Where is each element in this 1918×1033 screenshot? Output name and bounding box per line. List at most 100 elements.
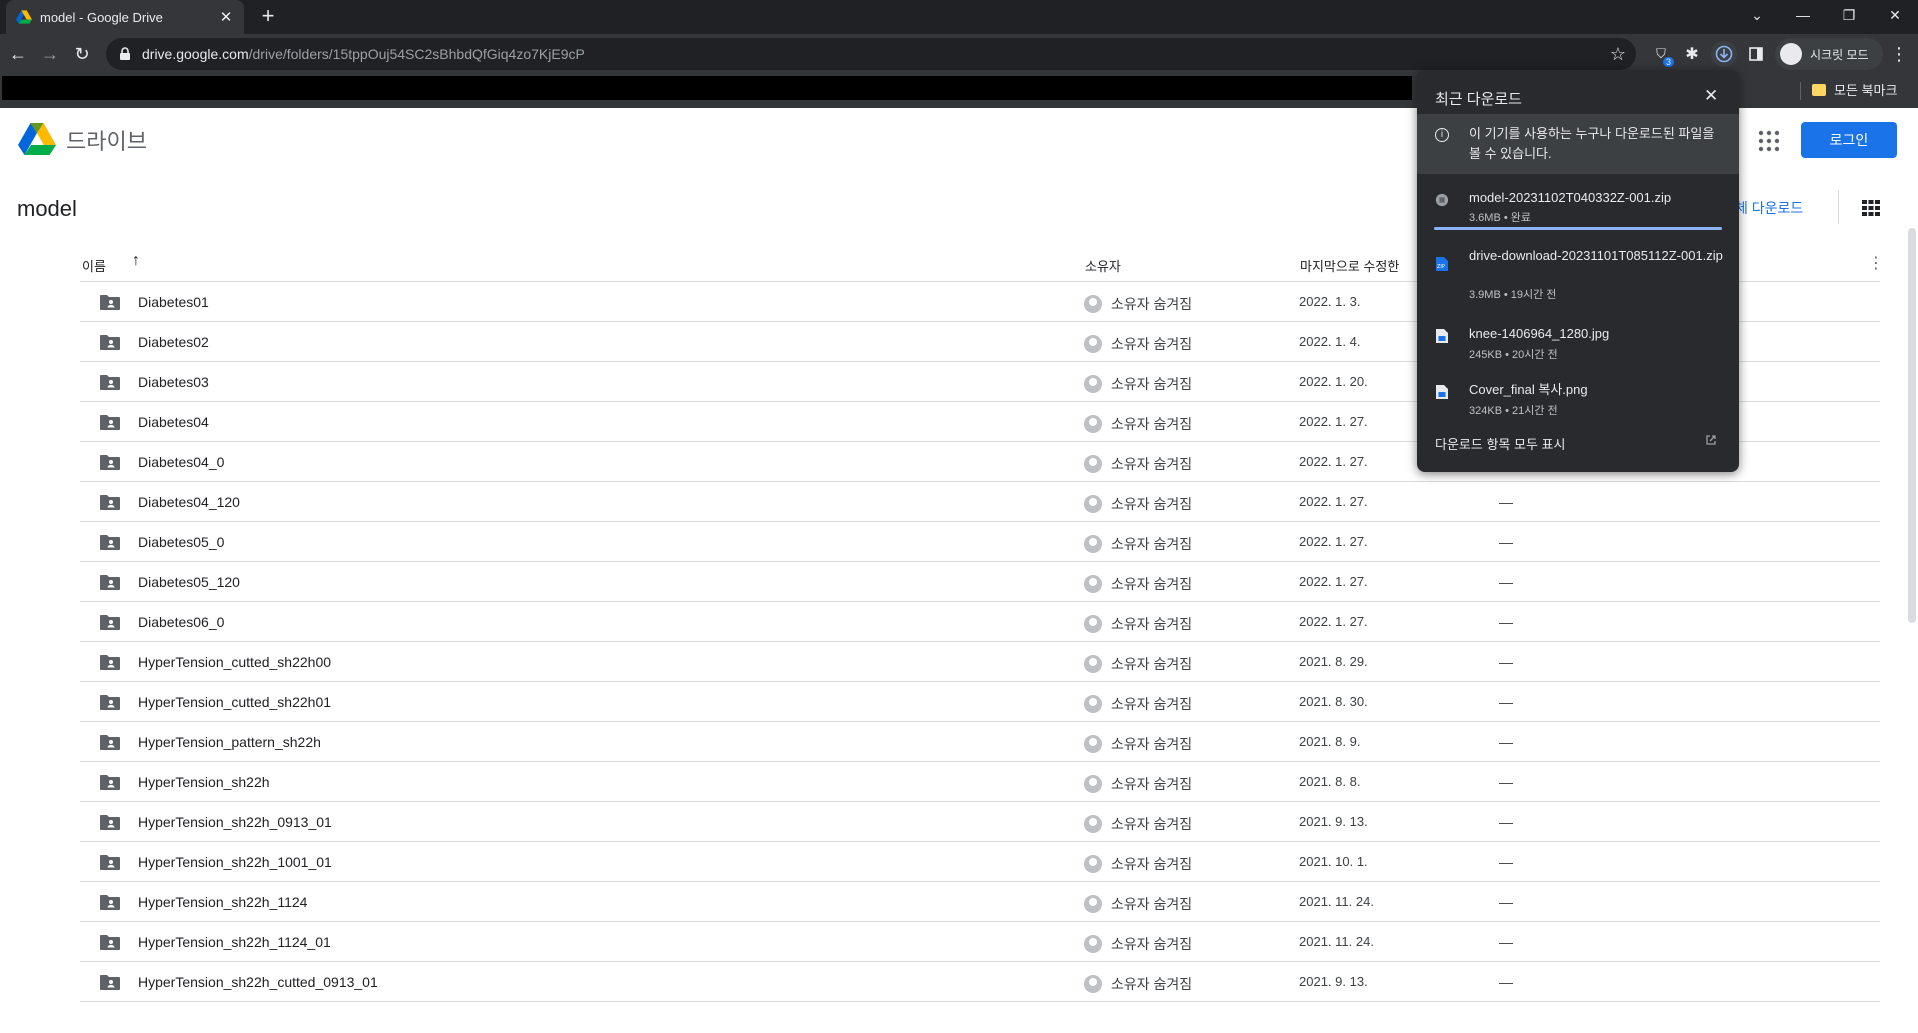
google-drive-logo-icon[interactable] [18,122,56,156]
table-row[interactable]: HyperTension_cutted_sh22h01 소유자 숨겨짐 2021… [80,682,1880,722]
owner-cell: 소유자 숨겨짐 [1084,374,1192,394]
shared-folder-icon [100,655,120,670]
reload-icon[interactable]: ↻ [68,40,96,68]
downloads-icon[interactable] [1711,41,1737,67]
forward-arrow-icon[interactable]: → [36,40,64,68]
minimize-button[interactable]: — [1780,0,1826,30]
owner-avatar-icon [1084,855,1102,873]
owner-avatar-icon [1084,735,1102,753]
login-button[interactable]: 로그인 [1801,122,1897,158]
modified-date: 2021. 9. 13. [1299,814,1368,829]
modified-date: 2022. 1. 27. [1299,614,1368,629]
file-name: Diabetes02 [138,334,209,350]
modified-date: 2022. 1. 27. [1299,574,1368,589]
incognito-indicator[interactable]: 시크릿 모드 [1775,38,1883,70]
table-row[interactable]: Diabetes05_120 소유자 숨겨짐 2022. 1. 27. — [80,562,1880,602]
table-row[interactable]: HyperTension_cutted_sh22h00 소유자 숨겨짐 2021… [80,642,1880,682]
extension-badge-count: 3 [1662,57,1674,67]
owner-name: 소유자 숨겨짐 [1111,416,1193,432]
download-file-meta: 245KB • 20시간 전 [1469,349,1558,361]
bookmarks-separator [1800,82,1801,100]
download-all-button[interactable]: 체 다운로드 [1735,198,1803,218]
extensions-puzzle-icon[interactable]: ✱ [1679,41,1705,67]
owner-cell: 소유자 숨겨짐 [1084,454,1192,474]
table-row[interactable]: HyperTension_sh22h_0913_01 소유자 숨겨짐 2021.… [80,802,1880,842]
owner-name: 소유자 숨겨짐 [1111,496,1193,512]
file-size: — [1499,534,1513,550]
owner-cell: 소유자 숨겨짐 [1084,574,1192,594]
extension-badge-icon[interactable]: ⛉ 3 [1648,41,1674,67]
owner-name: 소유자 숨겨짐 [1111,296,1193,312]
download-file-name: knee-1406964_1280.jpg [1469,326,1610,341]
close-window-button[interactable]: ✕ [1872,0,1918,30]
download-item[interactable]: knee-1406964_1280.jpg 245KB • 20시간 전 [1417,324,1739,370]
file-size: — [1499,574,1513,590]
table-row[interactable]: Diabetes04_120 소유자 숨겨짐 2022. 1. 27. — [80,482,1880,522]
shared-folder-icon [100,415,120,430]
restore-button[interactable]: ❐ [1826,0,1872,30]
owner-name: 소유자 숨겨짐 [1111,456,1193,472]
new-tab-button[interactable]: + [256,5,280,29]
drive-app-name[interactable]: 드라이브 [66,124,147,156]
owner-avatar-icon [1084,575,1102,593]
grid-view-icon[interactable] [1862,200,1880,216]
downloads-title: 최근 다운로드 [1435,91,1522,108]
url-host: drive.google.com [142,46,249,62]
owner-avatar-icon [1084,895,1102,913]
download-file-meta: 3.9MB • 19시간 전 [1469,289,1557,301]
close-icon[interactable]: ✕ [1704,86,1718,106]
table-row[interactable]: HyperTension_sh22h 소유자 숨겨짐 2021. 8. 8. — [80,762,1880,802]
redacted-bookmarks [2,76,1412,100]
back-arrow-icon[interactable]: ← [4,40,32,68]
browser-menu-icon[interactable]: ⋮ [1890,44,1908,65]
bookmark-star-icon[interactable]: ☆ [1610,44,1626,65]
google-apps-grid-icon[interactable] [1758,130,1780,152]
lock-icon[interactable] [118,47,132,61]
show-all-downloads-link[interactable]: 다운로드 항목 모두 표시 [1435,434,1565,453]
modified-date: 2022. 1. 20. [1299,374,1368,389]
owner-avatar-icon [1084,935,1102,953]
address-bar[interactable]: drive.google.com /drive/folders/15tppOuj… [106,38,1636,70]
file-size: — [1499,654,1513,670]
file-name: HyperTension_sh22h_1124_01 [138,934,331,950]
modified-date: 2021. 8. 29. [1299,654,1368,669]
all-bookmarks-button[interactable]: 모든 북마크 [1812,80,1897,99]
shared-folder-icon [100,855,120,870]
download-file-name: drive-download-20231101T085112Z-001.zip [1469,248,1723,263]
owner-name: 소유자 숨겨짐 [1111,856,1193,872]
column-options-icon[interactable]: ⋮ [1868,253,1884,273]
open-external-icon[interactable] [1705,434,1717,446]
page-scrollbar[interactable] [1908,228,1916,623]
table-row[interactable]: HyperTension_sh22h_cutted_0913_01 소유자 숨겨… [80,962,1880,1002]
table-row[interactable]: HyperTension_sh22h_1001_01 소유자 숨겨짐 2021.… [80,842,1880,882]
zip-file-icon: ZIP [1436,257,1448,271]
owner-cell: 소유자 숨겨짐 [1084,894,1192,914]
file-name: HyperTension_cutted_sh22h01 [138,694,332,710]
owner-cell: 소유자 숨겨짐 [1084,334,1192,354]
table-row[interactable]: HyperTension_sh22h_1124_01 소유자 숨겨짐 2021.… [80,922,1880,962]
table-row[interactable]: HyperTension_sh22h_1124 소유자 숨겨짐 2021. 11… [80,882,1880,922]
owner-cell: 소유자 숨겨짐 [1084,614,1192,634]
download-item[interactable]: Cover_final 복사.png 324KB • 21시간 전 [1417,380,1739,426]
sort-ascending-icon[interactable]: ↑ [132,252,140,270]
table-row[interactable]: HyperTension_pattern_sh22h 소유자 숨겨짐 2021.… [80,722,1880,762]
browser-tab[interactable]: model - Google Drive ✕ [6,0,244,34]
column-modified-header[interactable]: 마지막으로 수정한 [1300,256,1399,275]
owner-name: 소유자 숨겨짐 [1111,576,1193,592]
tab-search-chevron-icon[interactable]: ⌄ [1734,0,1780,30]
owner-name: 소유자 숨겨짐 [1111,656,1193,672]
file-size: — [1499,934,1513,950]
side-panel-icon[interactable] [1743,41,1769,67]
column-name-header[interactable]: 이름 [82,256,106,275]
shared-folder-icon [100,455,120,470]
owner-cell: 소유자 숨겨짐 [1084,854,1192,874]
file-size: — [1499,974,1513,990]
tab-close-icon[interactable]: ✕ [218,8,234,26]
download-item[interactable]: ZIP drive-download-20231101T085112Z-001.… [1417,246,1739,302]
table-row[interactable]: Diabetes05_0 소유자 숨겨짐 2022. 1. 27. — [80,522,1880,562]
shared-folder-icon [100,615,120,630]
table-row[interactable]: Diabetes06_0 소유자 숨겨짐 2022. 1. 27. — [80,602,1880,642]
owner-avatar-icon [1084,535,1102,553]
owner-cell: 소유자 숨겨짐 [1084,654,1192,674]
owner-cell: 소유자 숨겨짐 [1084,734,1192,754]
